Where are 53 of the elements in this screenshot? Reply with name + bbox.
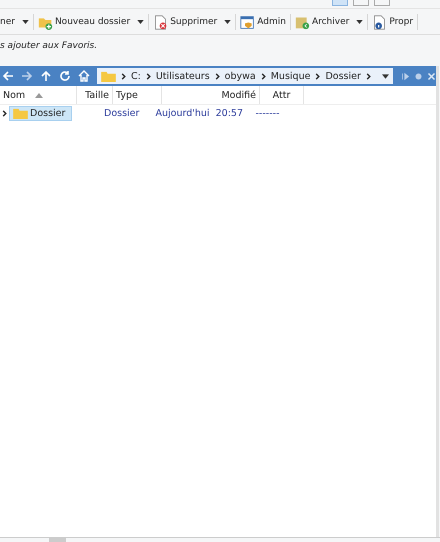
modified-cell-text: Aujourd'hui 20:57 [154,108,244,119]
split-icon[interactable] [414,72,423,80]
caret-icon [137,20,144,24]
view-button[interactable] [332,0,348,6]
expand-icon[interactable] [2,110,7,117]
view-button[interactable] [374,0,390,6]
close-icon[interactable] [427,72,436,80]
window-shield-icon [240,14,256,30]
dropdown-caret-icon[interactable] [382,74,389,78]
attributes-cell-text: ------- [254,108,280,119]
archive-icon [294,14,310,30]
panel-toggle-icon[interactable] [401,72,410,80]
chevron-icon [315,72,320,80]
chevron-icon [121,72,126,80]
column-header[interactable]: Taille [77,86,113,104]
document-info-icon [372,14,388,30]
toolbar-button[interactable]: Supprimer [149,11,236,33]
breadcrumb-item[interactable]: obywa [224,70,256,82]
sort-ascending-icon [35,92,44,98]
home-icon[interactable] [78,70,90,82]
toolbar-button[interactable]: Admin [236,11,290,33]
folder-item[interactable]: Dossier [9,106,72,121]
chevron-icon [366,72,371,80]
up-arrow-icon[interactable] [40,70,52,82]
chevron-icon [214,72,220,80]
back-arrow-icon[interactable] [2,70,14,82]
column-header[interactable]: Modifié [162,86,260,104]
column-header[interactable]: Nom [0,86,77,104]
breadcrumb-item[interactable]: Utilisateurs [156,70,210,82]
column-header[interactable]: Attr [260,86,304,104]
scrollbar-thumb[interactable] [49,538,66,542]
forward-arrow-icon[interactable] [21,70,33,82]
caret-icon [22,20,29,24]
toolbar-button[interactable]: ner [0,11,33,33]
document-delete-icon [153,14,168,30]
refresh-icon[interactable] [59,70,71,82]
column-header[interactable]: Type [113,86,162,104]
type-cell-text: Dossier [103,108,140,119]
caret-icon [224,20,232,24]
toolbar-button[interactable]: Archiver [290,11,368,33]
folder-icon [13,108,28,119]
hint-text: s ajouter aux Favoris. [0,40,98,53]
caret-icon [356,20,364,24]
toolbar-button[interactable]: Nouveau dossier [34,11,148,33]
view-button[interactable] [353,0,369,6]
breadcrumb-item[interactable]: Dossier [325,70,361,82]
address-bar[interactable]: C: Utilisateurs obywa Musique Dossier [97,68,393,84]
folder-icon [101,70,116,82]
chevron-icon [260,72,266,80]
breadcrumb-item[interactable]: C: [131,70,141,82]
toolbar-button[interactable]: Propr [368,11,418,33]
breadcrumb-item[interactable]: Musique [270,70,310,82]
chevron-icon [146,72,151,80]
